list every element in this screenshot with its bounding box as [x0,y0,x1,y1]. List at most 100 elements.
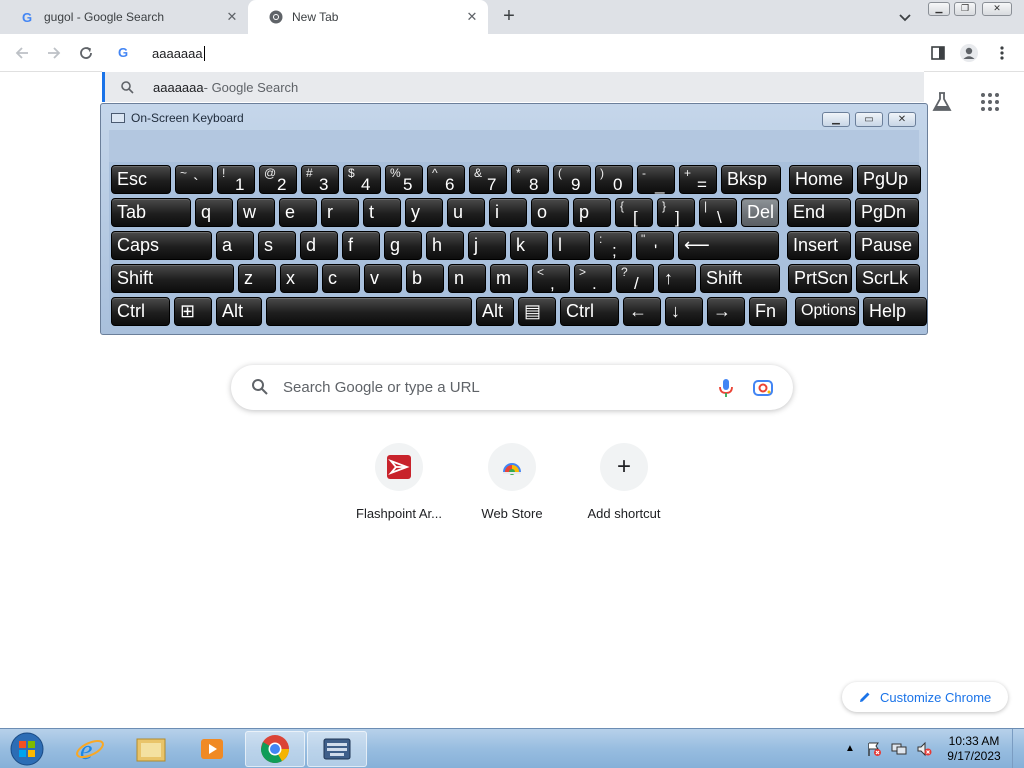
reload-icon[interactable] [76,43,96,63]
osk-key-u[interactable]: u [447,198,485,227]
shortcut-web-store[interactable]: Web Store [456,443,568,533]
start-button[interactable] [0,731,54,767]
osk-key-t[interactable]: t [363,198,401,227]
close-window-button[interactable]: ✕ [982,2,1012,16]
osk-key-tab[interactable]: Tab [111,198,191,227]
osk-key-help[interactable]: Help [863,297,927,326]
osk-key-bksp[interactable]: Bksp [721,165,781,194]
osk-key-shift[interactable]: Shift [111,264,234,293]
show-desktop-button[interactable] [1012,729,1024,768]
osk-minimize-button[interactable]: ▁ [822,112,850,127]
osk-key-1[interactable]: ! 1 [217,165,255,194]
osk-key-f[interactable]: f [342,231,380,260]
osk-key-prtscn[interactable]: PrtScn [788,264,852,293]
labs-flask-icon[interactable] [930,90,954,114]
osk-key-m[interactable]: m [490,264,528,293]
osk-key-4[interactable]: $4 [343,165,381,194]
osk-key-9[interactable]: (9 [553,165,591,194]
osk-key-6[interactable]: ^ 6 [427,165,465,194]
address-bar[interactable]: G aaaaaaa [102,34,924,72]
osk-key-symbol[interactable]: ~ ` [175,165,213,194]
osk-key-ctrl[interactable]: Ctrl [560,297,619,326]
osk-key-del[interactable]: Del [741,198,779,227]
osk-key-pgup[interactable]: PgUp [857,165,921,194]
taskbar-on-screen-keyboard[interactable] [307,731,367,767]
taskbar-media-player[interactable] [182,731,242,767]
taskbar-file-explorer[interactable] [121,731,181,767]
ntp-search-box[interactable]: Search Google or type a URL [231,365,793,410]
osk-key-e[interactable]: e [279,198,317,227]
osk-key-scrlk[interactable]: ScrLk [856,264,920,293]
google-apps-grid-icon[interactable] [980,92,1000,112]
osk-key-symbol[interactable]: ↑ [658,264,696,293]
osk-key-z[interactable]: z [238,264,276,293]
volume-muted-icon[interactable] [916,741,932,757]
osk-key-symbol[interactable]: ⊞ [174,297,212,326]
osk-key-space[interactable] [266,297,472,326]
show-hidden-icons-chevron-icon[interactable]: ▲ [845,743,861,759]
menu-kebab-icon[interactable] [991,42,1013,64]
osk-key-b[interactable]: b [406,264,444,293]
taskbar-chrome[interactable] [245,731,305,767]
osk-key-symbol[interactable]: ← [623,297,661,326]
osk-key-o[interactable]: o [531,198,569,227]
osk-key-alt[interactable]: Alt [216,297,262,326]
osk-key-l[interactable]: l [552,231,590,260]
tab-google-search[interactable]: G gugol - Google Search ✕ [0,0,248,34]
osk-key-c[interactable]: c [322,264,360,293]
osk-key-symbol[interactable]: + = [679,165,717,194]
osk-key-0[interactable]: ) 0 [595,165,633,194]
omnibox-suggestion[interactable]: aaaaaaa - Google Search [102,72,924,102]
osk-key-n[interactable]: n [448,264,486,293]
osk-key-2[interactable]: @2 [259,165,297,194]
osk-maximize-button[interactable]: ▭ [855,112,883,127]
osk-key-v[interactable]: v [364,264,402,293]
osk-key-home[interactable]: Home [789,165,853,194]
restore-button[interactable]: ❐ [954,2,976,16]
osk-key-esc[interactable]: Esc [111,165,171,194]
osk-key-symbol[interactable]: <, [532,264,570,293]
osk-key-8[interactable]: * 8 [511,165,549,194]
osk-key-g[interactable]: g [384,231,422,260]
side-panel-icon[interactable] [927,42,949,64]
osk-key-alt[interactable]: Alt [476,297,514,326]
osk-key-end[interactable]: End [787,198,851,227]
osk-key-r[interactable]: r [321,198,359,227]
tab-search-chevron-icon[interactable] [896,8,914,26]
osk-key-symbol[interactable]: ▤ [518,297,556,326]
osk-key-s[interactable]: s [258,231,296,260]
tab-close-icon[interactable]: ✕ [464,9,480,25]
osk-key-symbol[interactable]: | \ [699,198,737,227]
osk-key-3[interactable]: #3 [301,165,339,194]
osk-key-caps[interactable]: Caps [111,231,212,260]
osk-key-q[interactable]: q [195,198,233,227]
osk-key-symbol[interactable]: ↓ [665,297,703,326]
osk-key-symbol[interactable]: >. [574,264,612,293]
taskbar-internet-explorer[interactable]: e [60,731,120,767]
forward-arrow-icon[interactable] [44,43,64,63]
osk-key-7[interactable]: & 7 [469,165,507,194]
osk-key-x[interactable]: x [280,264,318,293]
osk-key-symbol[interactable]: ? / [616,264,654,293]
action-center-flag-icon[interactable] [866,741,882,757]
osk-key-symbol[interactable]: - _ [637,165,675,194]
osk-key-j[interactable]: j [468,231,506,260]
osk-key-symbol[interactable]: :; [594,231,632,260]
new-tab-button[interactable]: + [498,6,520,28]
osk-key-h[interactable]: h [426,231,464,260]
customize-chrome-button[interactable]: Customize Chrome [842,682,1008,712]
osk-titlebar[interactable]: On-Screen Keyboard [111,111,244,125]
osk-key-symbol[interactable]: {[ [615,198,653,227]
osk-key-pause[interactable]: Pause [855,231,919,260]
osk-key-i[interactable]: i [489,198,527,227]
osk-close-button[interactable]: ✕ [888,112,916,127]
osk-key-symbol[interactable]: → [707,297,745,326]
network-icon[interactable] [891,741,907,757]
osk-key-symbol[interactable]: " ' [636,231,674,260]
tab-new-tab[interactable]: New Tab ✕ [248,0,488,34]
back-arrow-icon[interactable] [12,43,32,63]
osk-key-pgdn[interactable]: PgDn [855,198,919,227]
osk-key-shift[interactable]: Shift [700,264,780,293]
tab-close-icon[interactable]: ✕ [224,9,240,25]
profile-avatar-icon[interactable] [958,42,980,64]
